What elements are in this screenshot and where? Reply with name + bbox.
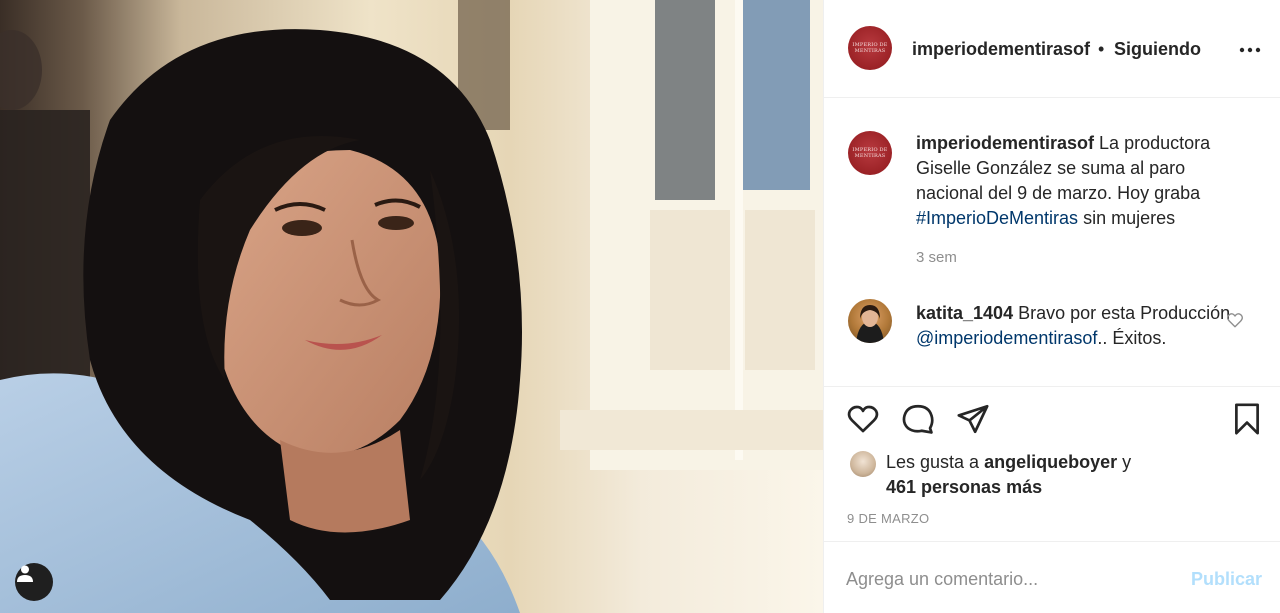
likes-prefix: Les gusta a xyxy=(886,452,985,472)
comment-like-heart-icon[interactable] xyxy=(1226,311,1244,329)
post-photo[interactable] xyxy=(0,0,823,613)
comment-item: katita_1404 Bravo por esta Producción @i… xyxy=(916,301,1236,351)
comment-text: Bravo por esta Producción xyxy=(1013,303,1231,323)
photo-illustration xyxy=(0,0,823,613)
comment-text-end: .. Éxitos. xyxy=(1097,328,1167,348)
more-horizontal-icon[interactable] xyxy=(1238,38,1262,62)
liker-username[interactable]: angeliqueboyer xyxy=(984,452,1117,472)
hashtag-link[interactable]: #ImperioDeMentiras xyxy=(916,208,1078,228)
likes-middle: y xyxy=(1117,452,1132,472)
bookmark-icon[interactable] xyxy=(1230,402,1264,436)
caption-text-end: sin mujeres xyxy=(1078,208,1176,228)
comment-username[interactable]: katita_1404 xyxy=(916,303,1013,323)
comment-icon[interactable] xyxy=(901,402,935,436)
commenter-photo xyxy=(856,305,884,343)
liker-avatar[interactable] xyxy=(850,451,876,477)
likes-summary: Les gusta a angeliqueboyer y 461 persona… xyxy=(886,450,1186,500)
caption-timestamp[interactable]: 3 sem xyxy=(916,249,957,266)
post-details-panel: IMPERIO DE MENTIRAS imperiodementirasof … xyxy=(823,0,1280,613)
following-button[interactable]: Siguiendo xyxy=(1114,39,1201,60)
post-caption: imperiodementirasof La productora Gisell… xyxy=(916,131,1246,231)
heart-icon[interactable] xyxy=(846,402,880,436)
add-comment-section: Publicar xyxy=(824,541,1280,613)
comments-list[interactable]: IMPERIO DE MENTIRAS imperiodementirasof … xyxy=(824,99,1280,386)
avatar-brand-text-2: MENTIRAS xyxy=(854,153,886,159)
caption-username[interactable]: imperiodementirasof xyxy=(916,133,1094,153)
publish-button[interactable]: Publicar xyxy=(1191,569,1262,590)
likes-count-link[interactable]: 461 personas más xyxy=(886,477,1042,497)
share-icon[interactable] xyxy=(956,402,990,436)
account-avatar[interactable]: IMPERIO DE MENTIRAS xyxy=(848,26,892,70)
post-date[interactable]: 9 DE MARZO xyxy=(847,511,929,526)
comment-input[interactable] xyxy=(846,564,1176,594)
person-icon xyxy=(17,565,33,582)
separator-dot: • xyxy=(1098,39,1105,59)
avatar-brand-text-2: MENTIRAS xyxy=(854,48,886,54)
commenter-avatar[interactable] xyxy=(848,299,892,343)
post-header: IMPERIO DE MENTIRAS imperiodementirasof … xyxy=(824,0,1280,98)
caption-avatar[interactable]: IMPERIO DE MENTIRAS xyxy=(848,131,892,175)
account-username[interactable]: imperiodementirasof xyxy=(912,39,1090,60)
user-tag-button[interactable] xyxy=(15,563,53,601)
post-actions: Les gusta a angeliqueboyer y 461 persona… xyxy=(824,386,1280,541)
mention-link[interactable]: @imperiodementirasof xyxy=(916,328,1097,348)
